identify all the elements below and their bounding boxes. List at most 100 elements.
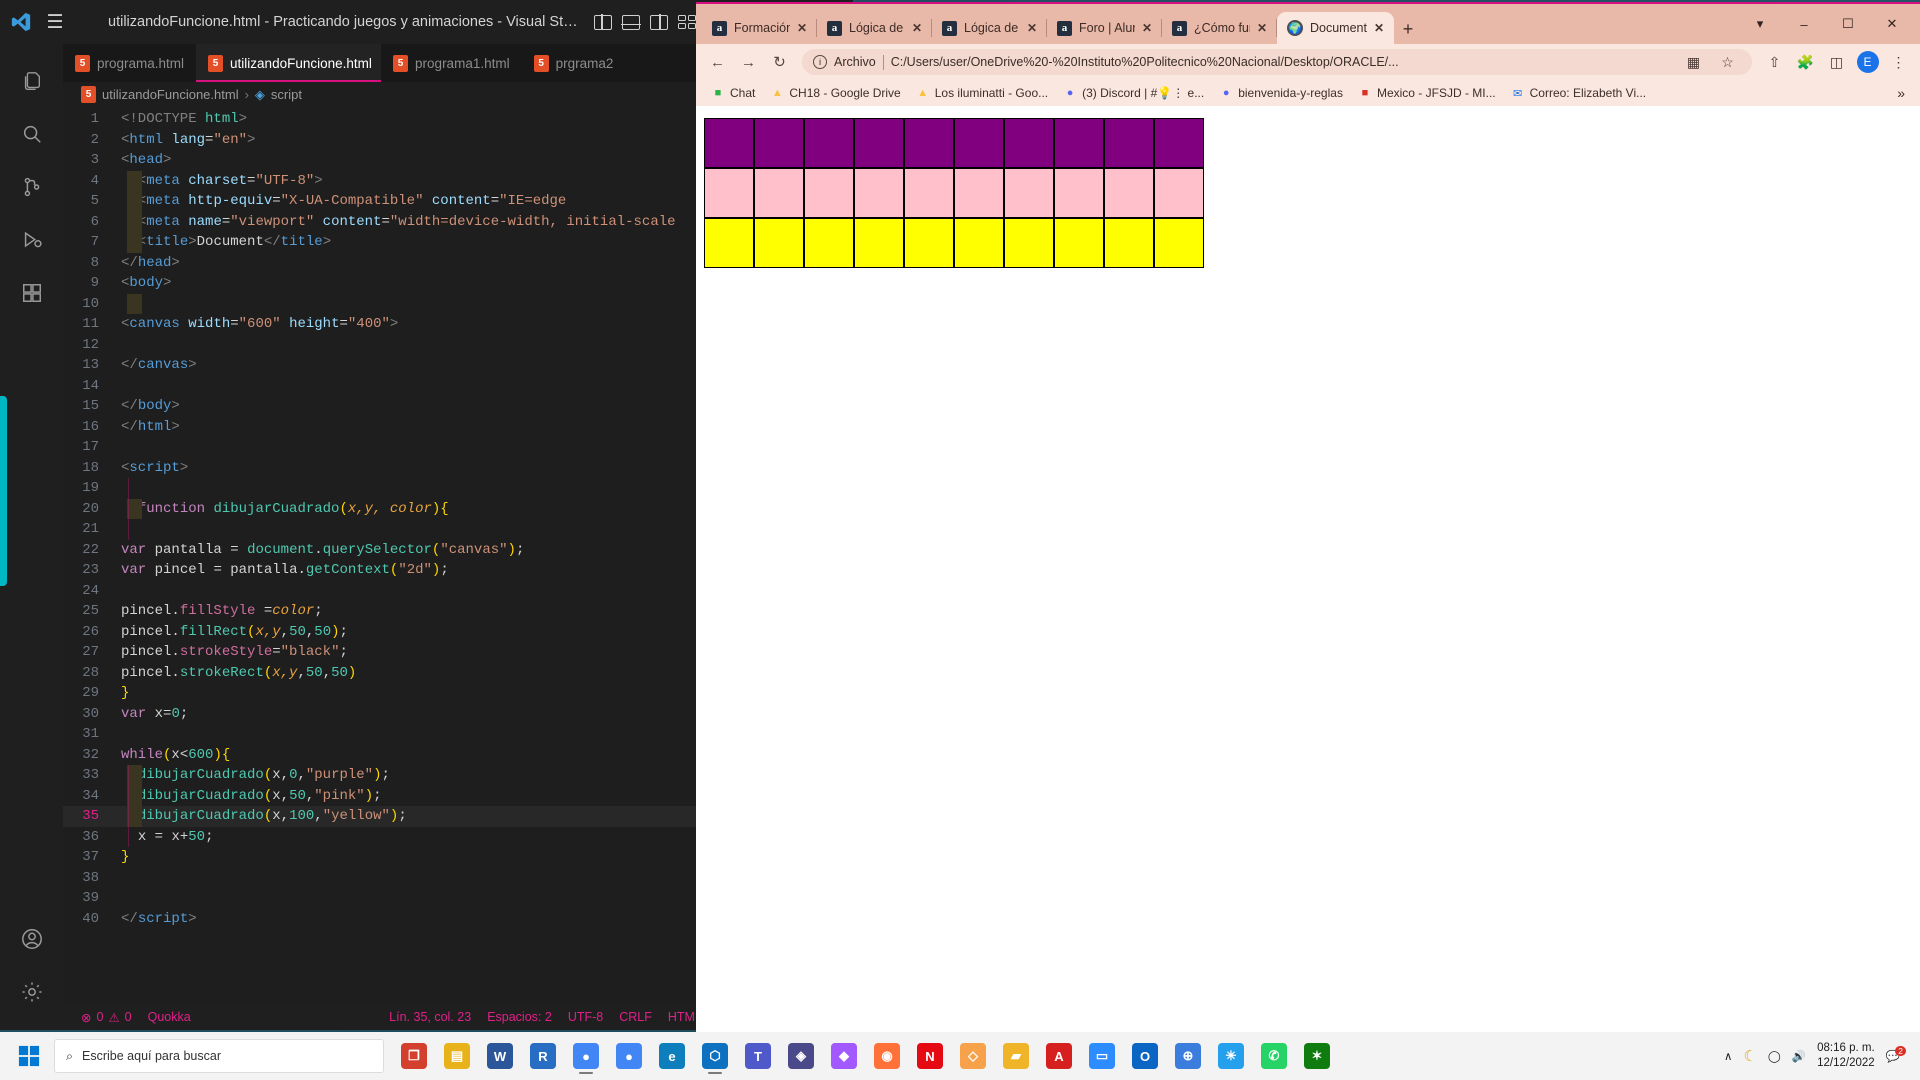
notifications-icon[interactable]: 💬 2 <box>1886 1046 1906 1063</box>
sketch-icon[interactable]: ◇ <box>953 1036 993 1076</box>
bookmark-item[interactable]: ▲ Los iluminatti - Goo... <box>910 84 1054 102</box>
hub-icon[interactable]: ✳ <box>1211 1036 1251 1076</box>
back-button[interactable]: ← <box>704 49 731 76</box>
firefox-icon[interactable]: ◉ <box>867 1036 907 1076</box>
status-eol[interactable]: CRLF <box>611 1010 660 1024</box>
browser-tab[interactable]: a Foro | Alura ✕ <box>1047 12 1162 44</box>
edge-icon[interactable]: e <box>652 1036 692 1076</box>
status-encoding[interactable]: UTF-8 <box>560 1010 611 1024</box>
close-icon[interactable]: ✕ <box>1257 21 1267 35</box>
tray-expand-icon[interactable]: ∧ <box>1724 1049 1732 1063</box>
reload-button[interactable]: ↻ <box>766 49 793 76</box>
outlook-icon[interactable]: O <box>1125 1036 1165 1076</box>
breadcrumb-file[interactable]: utilizandoFuncione.html <box>102 87 239 102</box>
chrome-maximize-button[interactable]: ☐ <box>1826 4 1870 44</box>
chrome-close-button[interactable]: ✕ <box>1870 4 1914 44</box>
taskbar-search-box[interactable]: ⌕ Escribe aquí para buscar <box>54 1039 384 1073</box>
toggle-panel-icon[interactable] <box>621 14 641 30</box>
folder-icon[interactable]: ▰ <box>996 1036 1036 1076</box>
figma-icon[interactable]: ◆ <box>824 1036 864 1076</box>
status-indentation[interactable]: Espacios: 2 <box>479 1010 560 1024</box>
bookmark-item[interactable]: ■ Mexico - JFSJD - MI... <box>1352 84 1502 102</box>
side-panel-icon[interactable]: ◫ <box>1823 49 1850 76</box>
browser-tab[interactable]: a Formación F ✕ <box>702 12 817 44</box>
rstudio-icon[interactable]: R <box>523 1036 563 1076</box>
breadcrumb-symbol[interactable]: script <box>271 87 302 102</box>
close-icon[interactable]: ✕ <box>1374 21 1384 35</box>
start-button[interactable] <box>6 1036 52 1076</box>
new-tab-button[interactable]: + <box>1394 14 1422 44</box>
share-icon[interactable]: ⇧ <box>1761 49 1788 76</box>
toggle-primary-sidebar-icon[interactable] <box>594 13 612 31</box>
code-token: , <box>314 808 323 824</box>
chrome-minimize-button[interactable]: – <box>1782 4 1826 44</box>
bookmark-item[interactable]: ● bienvenida-y-reglas <box>1213 84 1349 102</box>
address-bar[interactable]: i Archivo C:/Users/user/OneDrive%20-%20I… <box>802 49 1752 75</box>
forward-button[interactable]: → <box>735 49 762 76</box>
close-icon[interactable]: ✕ <box>1142 21 1152 35</box>
browser-tab[interactable]: a Lógica de p ✕ <box>817 12 932 44</box>
activity-source-control[interactable] <box>0 160 63 213</box>
chrome-icon[interactable]: ● <box>566 1036 606 1076</box>
activity-run-debug[interactable] <box>0 213 63 266</box>
activity-accounts[interactable] <box>0 912 63 965</box>
file-explorer-icon[interactable]: ▤ <box>437 1036 477 1076</box>
chrome-tab-search-icon[interactable]: ▾ <box>1738 4 1782 44</box>
customize-layout-icon[interactable] <box>678 14 696 30</box>
chrome-menu-icon[interactable]: ⋮ <box>1885 49 1912 76</box>
editor-tab-programa[interactable]: 5 programa.html <box>63 44 197 82</box>
bookmark-item[interactable]: ▲ CH18 - Google Drive <box>764 84 906 102</box>
browser-tab[interactable]: a ¿Cómo func ✕ <box>1162 12 1277 44</box>
activity-extensions[interactable] <box>0 266 63 319</box>
browser-tab[interactable]: a Lógica de p ✕ <box>932 12 1047 44</box>
teams-icon[interactable]: T <box>738 1036 778 1076</box>
globe-icon[interactable]: ⊕ <box>1168 1036 1208 1076</box>
editor-tab-utilizandofunciones[interactable]: 5 utilizandoFuncione.html ✕ <box>196 44 395 82</box>
site-info-icon[interactable]: i <box>813 55 827 69</box>
code-token: > <box>188 910 197 927</box>
bookmark-star-icon[interactable]: ☆ <box>1714 49 1741 75</box>
clock[interactable]: 08:16 p. m. 12/12/2022 <box>1817 1041 1875 1071</box>
app-glyph: ❐ <box>401 1043 427 1069</box>
word-icon[interactable]: W <box>480 1036 520 1076</box>
app-glyph: ✳ <box>1218 1043 1244 1069</box>
close-icon[interactable]: ✕ <box>797 21 807 35</box>
weather-moon-icon[interactable]: ☾ <box>1743 1047 1756 1065</box>
extensions-puzzle-icon[interactable]: 🧩 <box>1792 49 1819 76</box>
network-icon[interactable]: ◯ <box>1768 1049 1781 1063</box>
profile-avatar[interactable]: E <box>1854 49 1881 76</box>
lens-icon[interactable]: ◈ <box>781 1036 821 1076</box>
volume-icon[interactable]: 🔊 <box>1792 1049 1806 1063</box>
status-quokka[interactable]: Quokka <box>140 1010 199 1024</box>
code-token: "X-UA-Compatible" <box>280 193 424 209</box>
bookmark-item[interactable]: ● (3) Discord | #💡⋮ e... <box>1057 84 1210 102</box>
editor-tab-programa1[interactable]: 5 programa1.html <box>381 44 522 82</box>
close-icon[interactable]: ✕ <box>912 21 922 35</box>
bookmarks-overflow-icon[interactable]: » <box>1891 85 1911 101</box>
activity-explorer[interactable] <box>0 54 63 107</box>
zoom-icon[interactable]: ▭ <box>1082 1036 1122 1076</box>
vscode-icon[interactable]: ⬡ <box>695 1036 735 1076</box>
status-problems[interactable]: ⊗ 0 ⚠ 0 <box>73 1010 140 1025</box>
line-number: 1 <box>90 111 99 127</box>
netflix-icon[interactable]: N <box>910 1036 950 1076</box>
translate-icon[interactable]: ▦ <box>1680 49 1707 75</box>
tab-label: prgrama2 <box>555 55 614 71</box>
tab-label: utilizandoFuncione.html <box>230 55 372 71</box>
code-token: meta <box>146 213 180 230</box>
close-icon[interactable]: ✕ <box>1027 21 1037 35</box>
whatsapp-icon[interactable]: ✆ <box>1254 1036 1294 1076</box>
status-cursor-position[interactable]: Lín. 35, col. 23 <box>381 1010 479 1024</box>
browser-tab[interactable]: 🌍 Document ✕ <box>1277 12 1395 44</box>
chrome2-icon[interactable]: ● <box>609 1036 649 1076</box>
taskview-icon[interactable]: ❐ <box>394 1036 434 1076</box>
activity-manage-settings[interactable] <box>0 965 63 1018</box>
bookmark-item[interactable]: ■ Chat <box>705 84 761 102</box>
xbox-icon[interactable]: ✶ <box>1297 1036 1337 1076</box>
vscode-menu-icon[interactable]: ☰ <box>38 11 72 34</box>
toggle-secondary-sidebar-icon[interactable] <box>650 13 668 31</box>
bookmark-item[interactable]: ✉ Correo: Elizabeth Vi... <box>1505 84 1653 102</box>
acrobat-icon[interactable]: A <box>1039 1036 1079 1076</box>
activity-search[interactable] <box>0 107 63 160</box>
editor-tab-prgrama2[interactable]: 5 prgrama2 <box>521 44 626 82</box>
